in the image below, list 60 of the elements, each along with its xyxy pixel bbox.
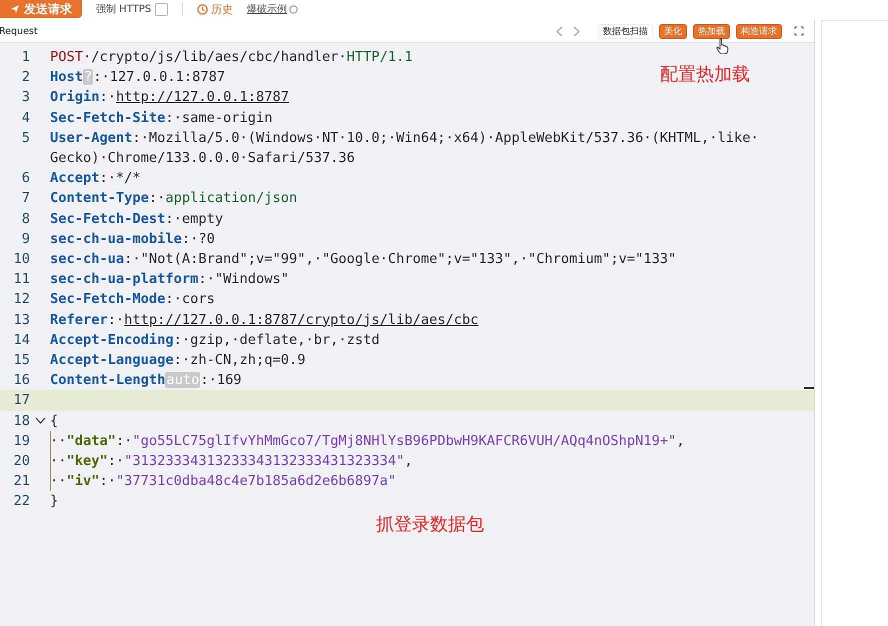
code-line: User-Agent:·Mozilla/5.0·(Windows·NT·10.0;·Win64;·x64)·AppleWebKit/537.36·(KHTML,·like· Gecko)·Chrome/133.0.0.0·Safari/537.36 [50,128,760,168]
line-number: 18 [12,412,30,431]
line-number: 14 [12,330,30,350]
fold-caret-icon[interactable] [34,417,46,424]
line-number: 3 [20,88,30,108]
code-line: ··"data":·"go55LC75glIfvYhMmGco7/TgMj8NHlYsB96PDbwH9KAFCR6VUH/AQq4nOShpN19+", [50,430,810,452]
clock-icon [197,4,208,14]
code-line: Sec-Fetch-Dest:·empty [50,210,224,229]
code-line: Sec-Fetch-Mode:·cors [50,290,216,310]
code-line: Origin:·http://127.0.0.1:8787 [50,88,290,108]
send-icon [10,4,20,14]
line-number: 21 [12,472,30,492]
toolbar-button[interactable]: 美化 [659,24,687,38]
line-number: 11 [12,270,30,290]
history-button[interactable]: 历史 [197,2,234,16]
line-number: 20 [12,452,30,472]
force-https-checkbox[interactable] [155,2,168,16]
code-line: } [50,492,60,512]
line-number: 13 [12,310,30,330]
line-number: 5 [20,128,30,148]
line-number: 6 [20,169,30,188]
code-line: Content-Type:·application/json [50,189,298,208]
code-line: ··"key":·"31323334313233343132333431323334", [50,451,810,472]
line-number: 7 [20,189,30,208]
line-number: 10 [12,250,30,270]
line-number: 9 [20,230,30,249]
line-number: 2 [20,68,30,88]
send-request-button[interactable]: 发送请求 [0,0,82,18]
force-https-label: 强制 HTTPS [96,2,152,16]
line-number: 8 [20,210,30,229]
code-line: { [50,412,60,431]
line-number: 17 [12,391,30,410]
code-line: Accept-Language:·zh-CN,zh;q=0.9 [50,351,306,370]
hand-cursor-icon [716,38,729,54]
code-line: ··"iv":·"37731c0dba48c4e7b185a6d2e6b6897a" [50,471,810,492]
code-line: Accept-Encoding:·gzip,·deflate,·br,·zstd [50,330,381,350]
line-number: 15 [12,351,30,370]
code-line: POST·/crypto/js/lib/aes/cbc/handler·HTTP/1.1 [50,48,414,67]
line-number: 12 [12,290,30,310]
line-number: 19 [12,432,30,451]
line-number: 1 [20,48,30,67]
code-line: sec-ch-ua-platform:·"Windows" [50,270,290,290]
code-line: Referer:·http://127.0.0.1:8787/crypto/js/lib/aes/cbc [50,310,480,330]
toolbar-button[interactable]: 构造请求 [736,24,782,38]
help-icon [289,4,298,14]
toolbar-button[interactable]: 数据包扫描 [598,24,653,38]
line-number: 16 [12,371,30,390]
code-line: sec-ch-ua:·"Not(A:Brand";v="99",·"Google·Chrome";v="133",·"Chromium";v="133" [50,250,678,270]
code-line: Sec-Fetch-Site:·same-origin [50,108,274,128]
annotation-text: 抓登录数据包 [376,513,484,536]
code-line: Accept:·*/* [50,169,142,188]
scrollbar-mark [804,387,814,389]
toolbar-button[interactable]: 热加载 [693,24,730,38]
example-link[interactable]: 爆破示例 [247,2,288,16]
annotation-text: 配置热加载 [660,63,750,86]
line-number: 4 [20,108,30,128]
panel-title: Request [0,26,39,36]
code-line: sec-ch-ua-mobile:·?0 [50,230,216,249]
fullscreen-icon[interactable] [794,26,804,36]
line-number: 22 [12,492,30,512]
